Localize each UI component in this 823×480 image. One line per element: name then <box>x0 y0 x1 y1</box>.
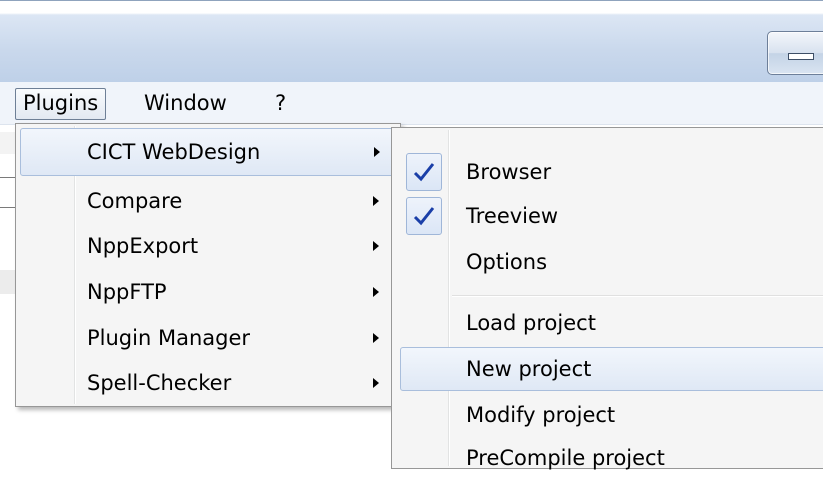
submenu-arrow-icon <box>374 147 380 157</box>
menu-item-options[interactable]: Options <box>396 240 823 284</box>
menu-item-nppftp[interactable]: NppFTP <box>20 270 396 314</box>
menu-item-modify-project[interactable]: Modify project <box>396 393 823 437</box>
menu-item-label: Spell-Checker <box>87 371 232 395</box>
menu-item-cict-webdesign[interactable]: CICT WebDesign <box>20 128 396 176</box>
submenu-arrow-icon <box>373 241 379 251</box>
menu-item-compare[interactable]: Compare <box>20 179 396 223</box>
menu-help[interactable]: ? <box>268 88 293 118</box>
menu-item-label: New project <box>466 357 592 381</box>
menu-item-label: PreCompile project <box>466 446 665 470</box>
menu-plugins[interactable]: Plugins <box>15 88 107 120</box>
checkmark-icon <box>413 163 435 182</box>
check-indicator <box>406 153 442 191</box>
submenu-arrow-icon <box>373 378 379 388</box>
submenu-arrow-icon <box>373 333 379 343</box>
menu-item-load-project[interactable]: Load project <box>396 301 823 345</box>
menu-item-label: Options <box>466 250 548 274</box>
menu-item-label: Plugin Manager <box>87 326 251 350</box>
window-title-bar <box>0 0 823 83</box>
menu-item-label: CICT WebDesign <box>87 140 261 164</box>
menu-item-label: Load project <box>466 311 596 335</box>
menu-bar: Plugins Window ? <box>0 82 823 125</box>
menu-item-label: Treeview <box>466 204 559 228</box>
menu-item-label: NppExport <box>87 234 199 258</box>
menu-item-spell-checker[interactable]: Spell-Checker <box>20 361 396 405</box>
menu-item-browser[interactable]: Browser <box>396 150 823 194</box>
submenu-arrow-icon <box>373 196 379 206</box>
menu-separator <box>452 295 823 296</box>
menu-item-label: Browser <box>466 160 552 184</box>
minimize-button[interactable] <box>767 31 823 75</box>
check-indicator <box>406 197 442 235</box>
menu-window[interactable]: Window <box>137 88 234 118</box>
checkmark-icon <box>413 207 435 226</box>
menu-item-label: Compare <box>87 189 183 213</box>
menu-item-plugin-manager[interactable]: Plugin Manager <box>20 316 396 360</box>
menu-item-label: NppFTP <box>87 280 167 304</box>
minimize-icon <box>788 53 814 60</box>
submenu-arrow-icon <box>373 287 379 297</box>
plugins-dropdown-menu: CICT WebDesign Compare NppExport NppFTP … <box>15 123 401 407</box>
menu-item-nppexport[interactable]: NppExport <box>20 224 396 268</box>
menu-item-label: Modify project <box>466 403 616 427</box>
menu-item-precompile-project[interactable]: PreCompile project <box>396 436 823 480</box>
menu-item-new-project[interactable]: New project <box>400 347 823 391</box>
menu-item-treeview[interactable]: Treeview <box>396 194 823 238</box>
cict-webdesign-submenu: Browser Treeview Options Load project Ne… <box>391 127 823 470</box>
